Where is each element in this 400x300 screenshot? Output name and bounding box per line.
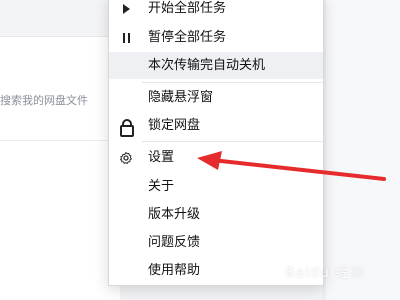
- menu-item-label: 关于: [148, 179, 175, 194]
- context-menu: 开始全部任务 暂停全部任务 本次传输完自动关机 隐藏悬浮窗 锁定网盘 设置 关于…: [108, 0, 324, 286]
- menu-item-label: 问题反馈: [148, 235, 201, 250]
- menu-item-lock-disk[interactable]: 锁定网盘: [109, 112, 323, 139]
- divider: [0, 140, 120, 141]
- search-placeholder[interactable]: 搜索我的网盘文件: [0, 92, 88, 108]
- menu-item-label: 锁定网盘: [148, 118, 201, 133]
- menu-item-label: 本次传输完自动关机: [148, 58, 266, 73]
- menu-item-label: 使用帮助: [148, 263, 201, 278]
- menu-item-pause-all[interactable]: 暂停全部任务: [109, 24, 323, 51]
- menu-item-hide-float[interactable]: 隐藏悬浮窗: [109, 84, 323, 111]
- menu-item-settings[interactable]: 设置: [109, 144, 323, 171]
- menu-item-label: 隐藏悬浮窗: [148, 90, 214, 105]
- menu-item-upgrade[interactable]: 版本升级: [109, 201, 323, 228]
- pause-icon: [118, 24, 134, 51]
- menu-item-label: 开始全部任务: [148, 1, 227, 16]
- menu-item-label: 版本升级: [148, 207, 201, 222]
- menu-item-label: 设置: [148, 150, 175, 165]
- menu-item-start-all[interactable]: 开始全部任务: [109, 0, 323, 22]
- menu-item-about[interactable]: 关于: [109, 173, 323, 200]
- menu-item-feedback[interactable]: 问题反馈: [109, 229, 323, 256]
- menu-item-auto-shutdown[interactable]: 本次传输完自动关机: [109, 52, 323, 79]
- lock-icon: [118, 112, 134, 139]
- menu-separator: [142, 141, 323, 142]
- watermark: Baidu 经验: [285, 265, 366, 281]
- app-window-background: 搜索我的网盘文件: [0, 0, 120, 300]
- desktop-background: [322, 0, 400, 300]
- menu-item-label: 暂停全部任务: [148, 30, 227, 45]
- gear-icon: [118, 144, 134, 171]
- menu-separator: [142, 82, 323, 83]
- play-icon: [118, 0, 134, 22]
- app-header-band: [0, 0, 120, 37]
